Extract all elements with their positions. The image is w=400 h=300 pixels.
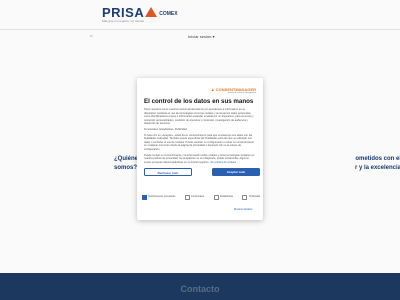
toggle-necessary[interactable]: Estrictamente necesarias [142,195,175,200]
dialog-paragraph: Funcionales, Estadísticas, Publicidad [144,127,187,131]
toggle-advertising[interactable]: Publicidad [242,195,260,200]
accept-all-button[interactable]: Aceptar todo [212,168,260,176]
consent-logo-subtext: privacy & consent management [227,92,256,94]
toggle-statistics[interactable]: Estadísticas [213,195,233,200]
dialog-paragraph: Tanto nosotros como nuestros socios alma… [144,108,254,126]
checkbox-icon[interactable] [184,195,190,200]
dialog-paragraph: Puede revisar su consentimiento y la inf… [144,153,255,164]
toggle-label: Estadísticas [220,195,233,199]
checkbox-icon[interactable] [142,195,147,200]
consent-logo: ▲ CONSENTMANAGER privacy & consent manag… [211,87,256,94]
toggle-label: Estrictamente necesarias [148,195,176,199]
dialog-paragraph: Si hace clic en «Aceptar», usted da su c… [144,133,254,151]
dialog-title: El control de los datos en sus manos [144,98,254,105]
dialog-body: Tanto nosotros como nuestros socios alma… [144,108,256,166]
checkbox-icon[interactable] [242,195,248,200]
toggle-label: Funcionales [191,195,205,199]
cookie-policy-link[interactable]: Ver política de cookies [210,161,236,164]
show-details-link[interactable]: Mostrar detalles [234,208,252,211]
toggle-label: Publicidad [248,195,260,199]
consent-categories: Estrictamente necesarias Funcionales Est… [142,195,260,200]
reject-all-button[interactable]: Rechazar todo [144,168,192,176]
toggle-functional[interactable]: Funcionales [184,195,205,200]
checkbox-icon[interactable] [213,195,219,200]
